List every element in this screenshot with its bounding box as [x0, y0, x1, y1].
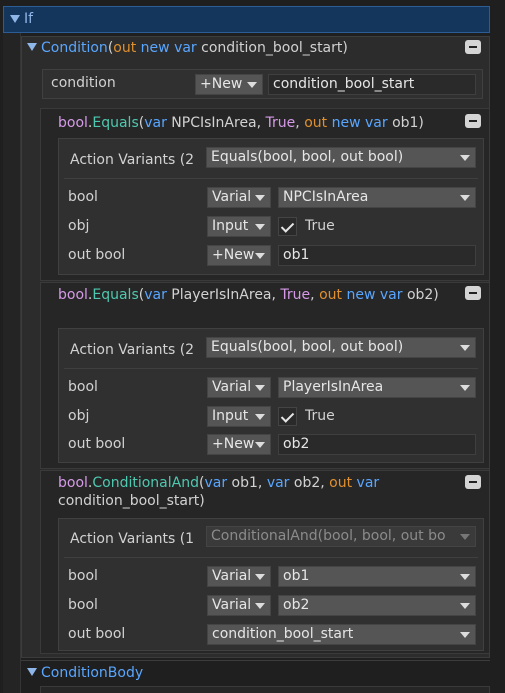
action-1-row-2-mode-dropdown[interactable]: Input	[207, 216, 271, 237]
condition-body-divider	[21, 660, 490, 661]
action-3-row-1-label: bool	[68, 568, 98, 584]
action-3-row-3-label: out bool	[68, 626, 126, 642]
action-2-header[interactable]: bool.Equals(var PlayerIsInArea, True, ou…	[58, 286, 458, 304]
mode-label: Varial	[212, 189, 252, 205]
action-2-row-1-mode-dropdown[interactable]: Varial	[207, 377, 271, 398]
action-1-header[interactable]: bool.Equals(var NPCIsInArea, True, out n…	[58, 114, 424, 132]
chevron-down-icon	[460, 574, 470, 580]
chevron-down-icon	[255, 224, 265, 230]
mode-label: Varial	[212, 568, 252, 584]
action-2-variant-dropdown[interactable]: Equals(bool, bool, out bool)	[206, 337, 476, 358]
chevron-down-icon	[460, 155, 470, 161]
value-label: PlayerIsInArea	[283, 379, 384, 395]
value-label: ob2	[283, 597, 310, 613]
indent-guide	[3, 33, 21, 693]
action-3-variants-label: Action Variants (1	[70, 531, 195, 547]
chevron-down-icon	[255, 385, 265, 391]
action-3-header[interactable]: bool.ConditionalAnd(var ob1, var ob2, ou…	[58, 474, 458, 510]
action-2-row-1-value-dropdown[interactable]: PlayerIsInArea	[278, 377, 476, 398]
action-2-row-2-mode-dropdown[interactable]: Input	[207, 406, 271, 427]
divider	[64, 368, 478, 369]
chevron-down-icon	[255, 195, 265, 201]
action-1-variants-label: Action Variants (2	[70, 152, 195, 168]
action-2-row-3-mode-dropdown[interactable]: +New	[207, 434, 271, 455]
chevron-down-icon	[460, 632, 470, 638]
action-1-variant-dropdown[interactable]: Equals(bool, bool, out bool)	[206, 147, 476, 168]
condition-new-dropdown[interactable]: +New	[195, 74, 263, 95]
action-3-row-1-mode-dropdown[interactable]: Varial	[207, 566, 271, 587]
action-1-remove-button[interactable]	[465, 114, 481, 128]
condition-row-label: condition	[51, 75, 116, 91]
action-1-row-1-value-dropdown[interactable]: NPCIsInArea	[278, 187, 476, 208]
value-label: ob1	[283, 568, 310, 584]
action-2-row-2-value: True	[305, 408, 335, 424]
action-2-row-3-label: out bool	[68, 436, 126, 452]
action-1-row-1-mode-dropdown[interactable]: Varial	[207, 187, 271, 208]
action-3-remove-button[interactable]	[465, 475, 481, 489]
chevron-down-icon	[255, 414, 265, 420]
action-3-row-2-label: bool	[68, 597, 98, 613]
divider	[64, 557, 478, 558]
action-1-variant-value: Equals(bool, bool, out bool)	[211, 149, 404, 165]
action-2-row-1-label: bool	[68, 379, 98, 395]
condition-name-field[interactable]: condition_bool_start	[268, 74, 476, 95]
action-1-true-checkbox[interactable]	[278, 217, 297, 236]
action-1-row-1-label: bool	[68, 189, 98, 205]
condition-new-label: +New	[200, 76, 243, 92]
collapse-triangle-icon[interactable]	[10, 15, 20, 23]
value-label: NPCIsInArea	[283, 189, 369, 205]
divider	[64, 178, 478, 179]
action-1-row-3-label: out bool	[68, 247, 126, 263]
mode-label: +New	[212, 247, 255, 263]
value-label: condition_bool_start	[212, 626, 354, 642]
action-2-true-checkbox[interactable]	[278, 407, 297, 426]
if-label: If	[24, 11, 34, 27]
mode-label: Input	[212, 408, 249, 424]
action-2-row-3-value-field[interactable]: ob2	[278, 434, 476, 455]
action-1-row-3-mode-dropdown[interactable]: +New	[207, 245, 271, 266]
chevron-down-icon	[255, 603, 265, 609]
condition-body-label[interactable]: ConditionBody	[41, 664, 143, 682]
action-1-row-2-label: obj	[68, 218, 90, 234]
action-1-row-2-value: True	[305, 218, 335, 234]
action-3-row-2-mode-dropdown[interactable]: Varial	[207, 595, 271, 616]
action-3-variant-value: ConditionalAnd(bool, bool, out bo	[211, 528, 446, 544]
chevron-down-icon	[247, 82, 257, 88]
mode-label: Varial	[212, 379, 252, 395]
condition-body-panel-edge	[40, 686, 490, 693]
condition-collapse-icon[interactable]	[27, 43, 37, 51]
action-3-row-2-value-dropdown[interactable]: ob2	[278, 595, 476, 616]
action-3-row-1-value-dropdown[interactable]: ob1	[278, 566, 476, 587]
action-1-row-3-value-field[interactable]: ob1	[278, 245, 476, 266]
chevron-down-icon	[460, 603, 470, 609]
mode-label: Input	[212, 218, 249, 234]
action-3-row-3-value-dropdown[interactable]: condition_bool_start	[207, 624, 476, 645]
chevron-down-icon	[460, 534, 470, 540]
chevron-down-icon	[255, 574, 265, 580]
chevron-down-icon	[255, 253, 265, 259]
action-2-remove-button[interactable]	[465, 286, 481, 300]
action-2-variants-label: Action Variants (2	[70, 342, 195, 358]
chevron-down-icon	[255, 442, 265, 448]
action-3-variant-dropdown: ConditionalAnd(bool, bool, out bo	[206, 526, 476, 547]
chevron-down-icon	[460, 385, 470, 391]
chevron-down-icon	[460, 195, 470, 201]
mode-label: Varial	[212, 597, 252, 613]
chevron-down-icon	[460, 345, 470, 351]
condition-header-text[interactable]: Condition(out new var condition_bool_sta…	[41, 39, 348, 57]
action-2-row-2-label: obj	[68, 408, 90, 424]
mode-label: +New	[212, 436, 255, 452]
condition-body-collapse-icon[interactable]	[27, 668, 37, 676]
if-header[interactable]: If	[3, 6, 490, 33]
condition-remove-button[interactable]	[465, 40, 481, 54]
action-2-variant-value: Equals(bool, bool, out bool)	[211, 339, 404, 355]
